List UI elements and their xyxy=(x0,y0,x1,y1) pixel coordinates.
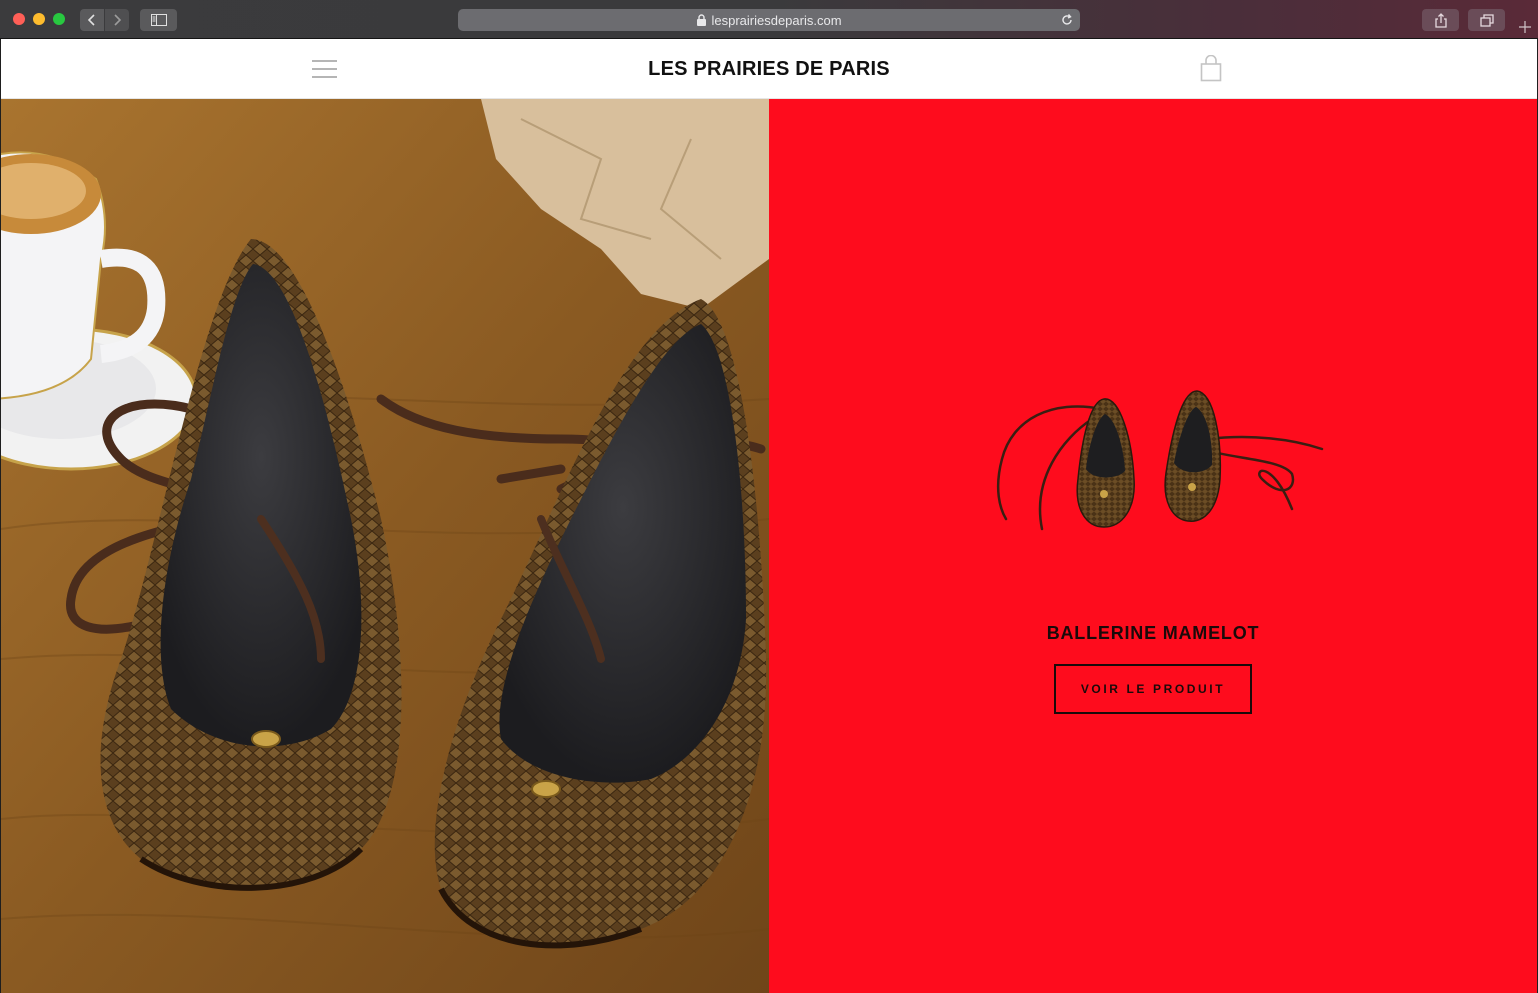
new-tab-button[interactable] xyxy=(1514,18,1536,38)
share-icon xyxy=(1434,12,1447,28)
sidebar-icon xyxy=(150,14,167,26)
featured-product-panel: BALLERINE MAMELOT VOIR LE PRODUIT xyxy=(769,99,1537,993)
snakeskin-ballerinas-photo xyxy=(1,99,769,993)
view-product-button[interactable]: VOIR LE PRODUIT xyxy=(1054,664,1252,714)
hero-lifestyle-photo[interactable] xyxy=(1,99,769,993)
product-image[interactable] xyxy=(992,379,1324,539)
address-bar[interactable]: lesprairiesdeparis.com xyxy=(458,9,1080,31)
browser-toolbar: lesprairiesdeparis.com xyxy=(0,0,1538,39)
reload-icon[interactable] xyxy=(1060,13,1074,27)
back-button[interactable] xyxy=(80,9,104,31)
zoom-window-button[interactable] xyxy=(53,13,65,25)
forward-button[interactable] xyxy=(105,9,129,31)
tabs-overview-icon xyxy=(1479,13,1494,27)
site-header: LES PRAIRIES DE PARIS xyxy=(1,39,1537,99)
product-name[interactable]: BALLERINE MAMELOT xyxy=(769,623,1537,644)
shopping-bag-icon[interactable] xyxy=(1200,55,1222,82)
minimize-window-button[interactable] xyxy=(33,13,45,25)
close-window-button[interactable] xyxy=(13,13,25,25)
share-button[interactable] xyxy=(1422,9,1459,31)
lock-icon xyxy=(697,14,707,26)
web-page: LES PRAIRIES DE PARIS BALLERINE MAMELOT … xyxy=(1,39,1537,993)
sidebar-toggle-button[interactable] xyxy=(140,9,177,31)
show-tabs-button[interactable] xyxy=(1468,9,1505,31)
site-logo[interactable]: LES PRAIRIES DE PARIS xyxy=(1,58,1537,81)
chevron-right-icon xyxy=(114,14,122,26)
url-text: lesprairiesdeparis.com xyxy=(711,12,842,28)
chevron-left-icon xyxy=(87,14,95,26)
plus-icon xyxy=(1519,21,1531,33)
